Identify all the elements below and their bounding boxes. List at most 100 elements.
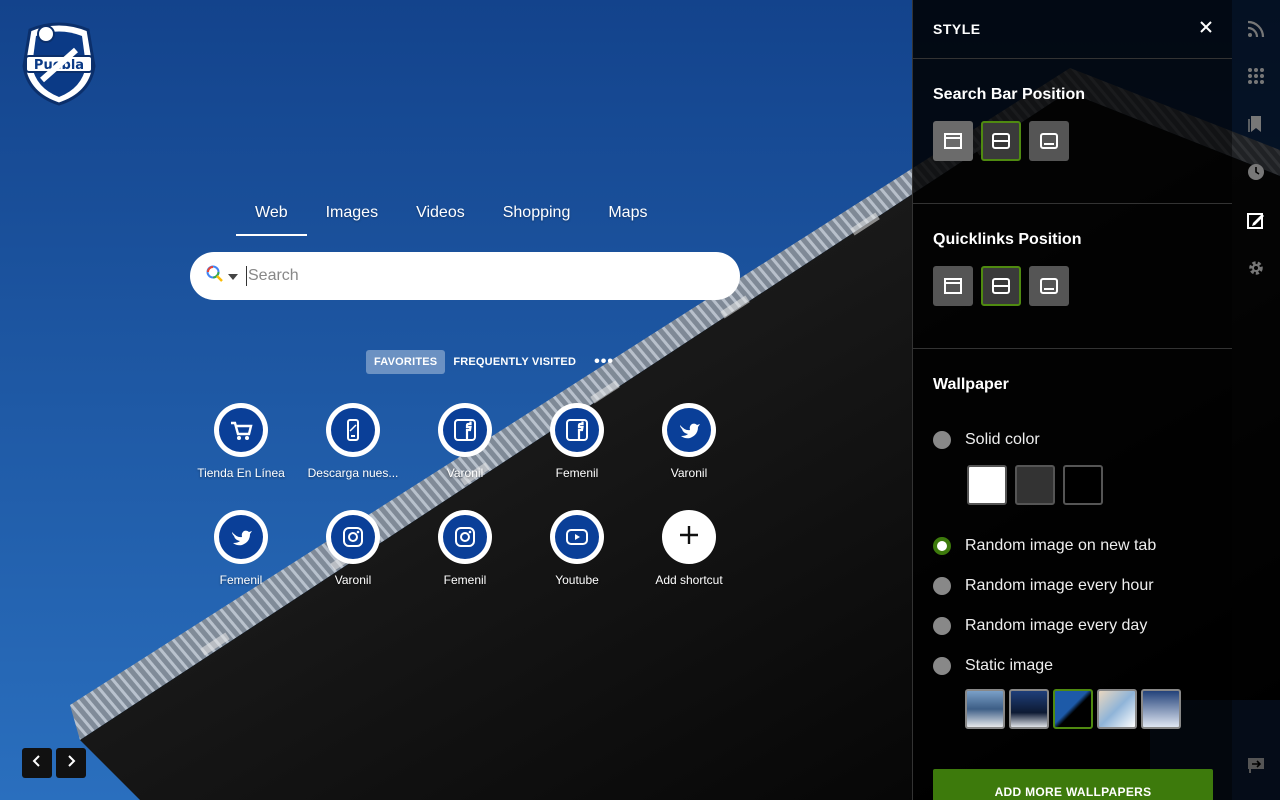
swatch-black[interactable] [1063,465,1103,505]
shortcut-instagram-varonil[interactable]: Varonil [297,510,409,587]
radio-label: Static image [965,657,1054,674]
shortcut-twitter-femenil[interactable]: Femenil [185,510,297,587]
wallpaper-thumb-2[interactable] [1009,689,1049,729]
tab-favorites[interactable]: FAVORITES [366,350,446,374]
shortcut-label: Femenil [555,466,599,480]
wallpaper-thumbnails [965,689,1181,729]
bookmarks-icon[interactable] [1244,112,1268,136]
radio-random-hour[interactable]: Random image every hour [933,577,1154,595]
style-panel: STYLE Search Bar Position Quicklinks Pos… [912,0,1232,800]
shortcut-label: Youtube [555,573,599,587]
rss-icon[interactable] [1244,17,1268,41]
search-position-group [933,121,1212,161]
tab-videos[interactable]: Videos [397,196,484,236]
quicklinks-tabs: FAVORITES FREQUENTLY VISITED ••• [366,350,614,374]
radio-static-image[interactable]: Static image [933,657,1053,675]
style-edit-icon[interactable] [1244,208,1268,232]
search-bar [190,252,740,300]
shortcut-twitter-varonil[interactable]: Varonil [633,403,745,480]
shortcut-instagram-femenil[interactable]: Femenil [409,510,521,587]
radio-label: Random image every day [965,617,1148,634]
twitter-icon [667,408,711,452]
radio-button[interactable] [933,617,951,635]
chevron-right-icon [65,754,77,772]
facebook-icon [555,408,599,452]
wallpaper-nav [22,748,86,778]
wallpaper-section: Wallpaper Solid color Random image on ne… [913,349,1232,800]
cart-icon [219,408,263,452]
puebla-logo: Puebla [20,20,98,106]
shortcut-descarga[interactable]: Descarga nues... [297,403,409,480]
wallpaper-thumb-4[interactable] [1097,689,1137,729]
shortcut-label: Varonil [670,466,708,480]
search-input[interactable] [246,266,716,286]
youtube-icon [555,515,599,559]
panel-header: STYLE [913,0,1232,59]
radio-button[interactable] [933,657,951,675]
phone-icon [331,408,375,452]
position-middle-icon [992,278,1010,294]
close-icon[interactable] [1200,20,1212,38]
shortcut-tienda[interactable]: Tienda En Línea [185,403,297,480]
shortcut-label: Tienda En Línea [197,466,285,480]
radio-label: Solid color [965,431,1040,448]
shortcut-facebook-varonil[interactable]: Varonil [409,403,521,480]
section-title: Search Bar Position [933,86,1086,103]
add-more-wallpapers-button[interactable]: ADD MORE WALLPAPERS [933,769,1213,800]
tab-web[interactable]: Web [236,196,307,236]
wallpaper-thumb-5[interactable] [1141,689,1181,729]
radio-button[interactable] [933,577,951,595]
swatch-white[interactable] [967,465,1007,505]
shortcut-label: Femenil [443,573,487,587]
chevron-left-icon [31,754,43,772]
position-middle-button[interactable] [981,121,1021,161]
position-top-button[interactable] [933,121,973,161]
apps-grid-icon[interactable] [1244,64,1268,88]
panel-title: STYLE [933,21,981,37]
position-bottom-icon [1040,133,1058,149]
facebook-icon [443,408,487,452]
shortcut-label: Varonil [446,466,484,480]
tab-images[interactable]: Images [307,196,397,236]
position-bottom-button[interactable] [1029,266,1069,306]
gear-icon[interactable] [1244,256,1268,280]
previous-wallpaper-button[interactable] [22,748,52,778]
caret-down-icon [228,267,238,285]
instagram-icon [443,515,487,559]
more-options-icon[interactable]: ••• [594,353,614,371]
tab-shopping[interactable]: Shopping [484,196,590,236]
add-shortcut-button[interactable]: Add shortcut [633,510,745,587]
radio-label: Random image every hour [965,577,1154,594]
search-icon [206,265,224,288]
search-bar-position-section: Search Bar Position [913,59,1232,204]
shortcut-label: Add shortcut [655,573,723,587]
shortcut-youtube[interactable]: Youtube [521,510,633,587]
wallpaper-thumb-3[interactable] [1053,689,1093,729]
shortcut-facebook-femenil[interactable]: Femenil [521,403,633,480]
tab-maps[interactable]: Maps [589,196,666,236]
quicklinks-position-group [933,266,1212,306]
position-bottom-button[interactable] [1029,121,1069,161]
collapse-panel-icon[interactable] [1244,753,1268,777]
position-bottom-icon [1040,278,1058,294]
radio-button[interactable] [933,431,951,449]
color-swatches [967,465,1103,505]
quicklinks-position-section: Quicklinks Position [913,204,1232,349]
twitter-icon [219,515,263,559]
radio-label: Random image on new tab [965,537,1157,554]
tab-frequently-visited[interactable]: FREQUENTLY VISITED [445,350,584,374]
position-middle-button[interactable] [981,266,1021,306]
history-icon[interactable] [1244,160,1268,184]
search-engine-selector[interactable] [206,265,238,288]
wallpaper-thumb-1[interactable] [965,689,1005,729]
radio-random-new-tab[interactable]: Random image on new tab [933,537,1156,555]
next-wallpaper-button[interactable] [56,748,86,778]
section-title: Wallpaper [933,376,1009,393]
radio-button[interactable] [933,537,951,555]
right-rail [1232,0,1280,800]
radio-random-day[interactable]: Random image every day [933,617,1147,635]
swatch-gray[interactable] [1015,465,1055,505]
instagram-icon [331,515,375,559]
radio-solid-color[interactable]: Solid color [933,431,1040,449]
position-top-button[interactable] [933,266,973,306]
